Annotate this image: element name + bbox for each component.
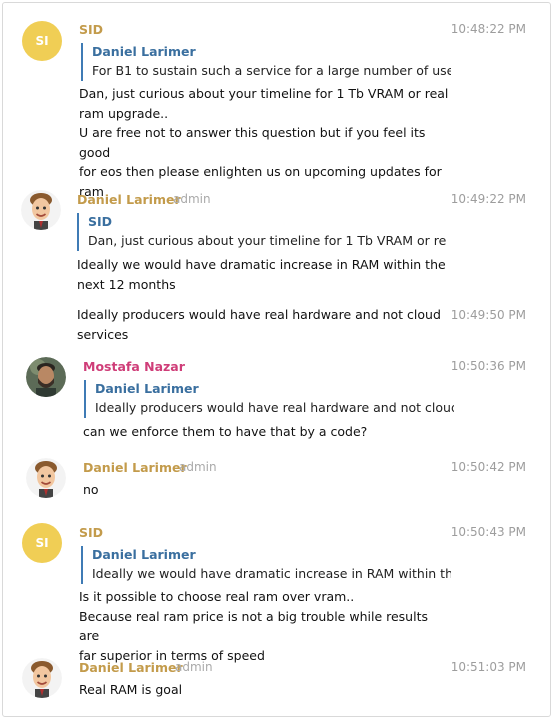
timestamp: 10:48:22 PM — [450, 22, 526, 36]
reply-quote[interactable]: Daniel Larimer For B1 to sustain such a … — [81, 43, 451, 81]
chat-history: SI SID 10:48:22 PM Daniel Larimer For B1… — [2, 2, 551, 717]
message-line: Is it possible to choose real ram over v… — [79, 589, 355, 604]
quote-text: Dan, just curious about your timeline fo… — [88, 233, 447, 248]
quote-text: For B1 to sustain such a service for a l… — [92, 63, 451, 78]
message-line: Ideally producers would have real hardwa… — [77, 307, 441, 322]
message-line: Real RAM is goal — [79, 682, 183, 697]
avatar-initials: SI — [35, 536, 49, 550]
quote-sender: Daniel Larimer — [92, 44, 196, 59]
sender-name[interactable]: Mostafa Nazar — [83, 359, 185, 374]
message-line: Because real ram price is not a big trou… — [79, 608, 428, 644]
sender-name[interactable]: Daniel Larimer — [83, 460, 187, 475]
message-line: for eos then please enlighten us on upco… — [79, 164, 442, 179]
quote-sender: Daniel Larimer — [95, 381, 199, 396]
quote-text: Ideally producers would have real hardwa… — [95, 400, 454, 415]
sender-name[interactable]: SID — [79, 525, 103, 540]
timestamp: 10:50:42 PM — [450, 460, 526, 474]
quote-sender: Daniel Larimer — [92, 547, 196, 562]
daniel-avatar-icon[interactable] — [22, 658, 62, 698]
avatar[interactable]: SI — [22, 523, 62, 563]
timestamp: 10:49:22 PM — [450, 192, 526, 206]
message-line: Dan, just curious about your timeline fo… — [79, 86, 449, 101]
sender-name[interactable]: SID — [79, 22, 103, 37]
sender-name[interactable]: Daniel Larimer — [79, 660, 183, 675]
daniel-avatar-icon[interactable] — [26, 458, 66, 498]
quote-text: Ideally we would have dramatic increase … — [92, 566, 451, 581]
reply-quote[interactable]: Daniel Larimer Ideally producers would h… — [84, 380, 454, 418]
avatar[interactable]: SI — [22, 21, 62, 61]
message-text: Ideally producers would have real hardwa… — [77, 305, 447, 344]
message-text: Is it possible to choose real ram over v… — [79, 587, 449, 665]
message-text: no — [83, 480, 453, 500]
message-line: services — [77, 326, 129, 342]
quote-sender: SID — [88, 214, 113, 229]
message-line: next 12 months — [77, 276, 176, 292]
message-line: U are free not to answer this question b… — [79, 125, 426, 160]
sender-name[interactable]: Daniel Larimer — [77, 192, 181, 207]
timestamp: 10:49:50 PM — [450, 308, 526, 322]
message-text: Real RAM is goal — [79, 680, 449, 700]
message-line: can we enforce them to have that by a co… — [83, 424, 368, 439]
timestamp: 10:51:03 PM — [450, 660, 526, 674]
admin-badge: admin — [175, 660, 213, 674]
message-line: no — [83, 482, 99, 497]
message-text: Dan, just curious about your timeline fo… — [79, 84, 449, 201]
message-line: Ideally we would have dramatic increase … — [77, 257, 446, 272]
reply-quote[interactable]: SID Dan, just curious about your timelin… — [77, 213, 447, 251]
admin-badge: admin — [173, 192, 211, 206]
reply-quote[interactable]: Daniel Larimer Ideally we would have dra… — [81, 546, 451, 584]
timestamp: 10:50:36 PM — [450, 359, 526, 373]
message-text: Ideally we would have dramatic increase … — [77, 255, 447, 294]
timestamp: 10:50:43 PM — [450, 525, 526, 539]
avatar-initials: SI — [35, 34, 49, 48]
message-text: can we enforce them to have that by a co… — [83, 422, 453, 442]
admin-badge: admin — [179, 460, 217, 474]
message-line: ram upgrade.. — [79, 105, 169, 121]
mostafa-avatar-icon[interactable] — [26, 357, 66, 397]
daniel-avatar-icon[interactable] — [21, 190, 61, 230]
